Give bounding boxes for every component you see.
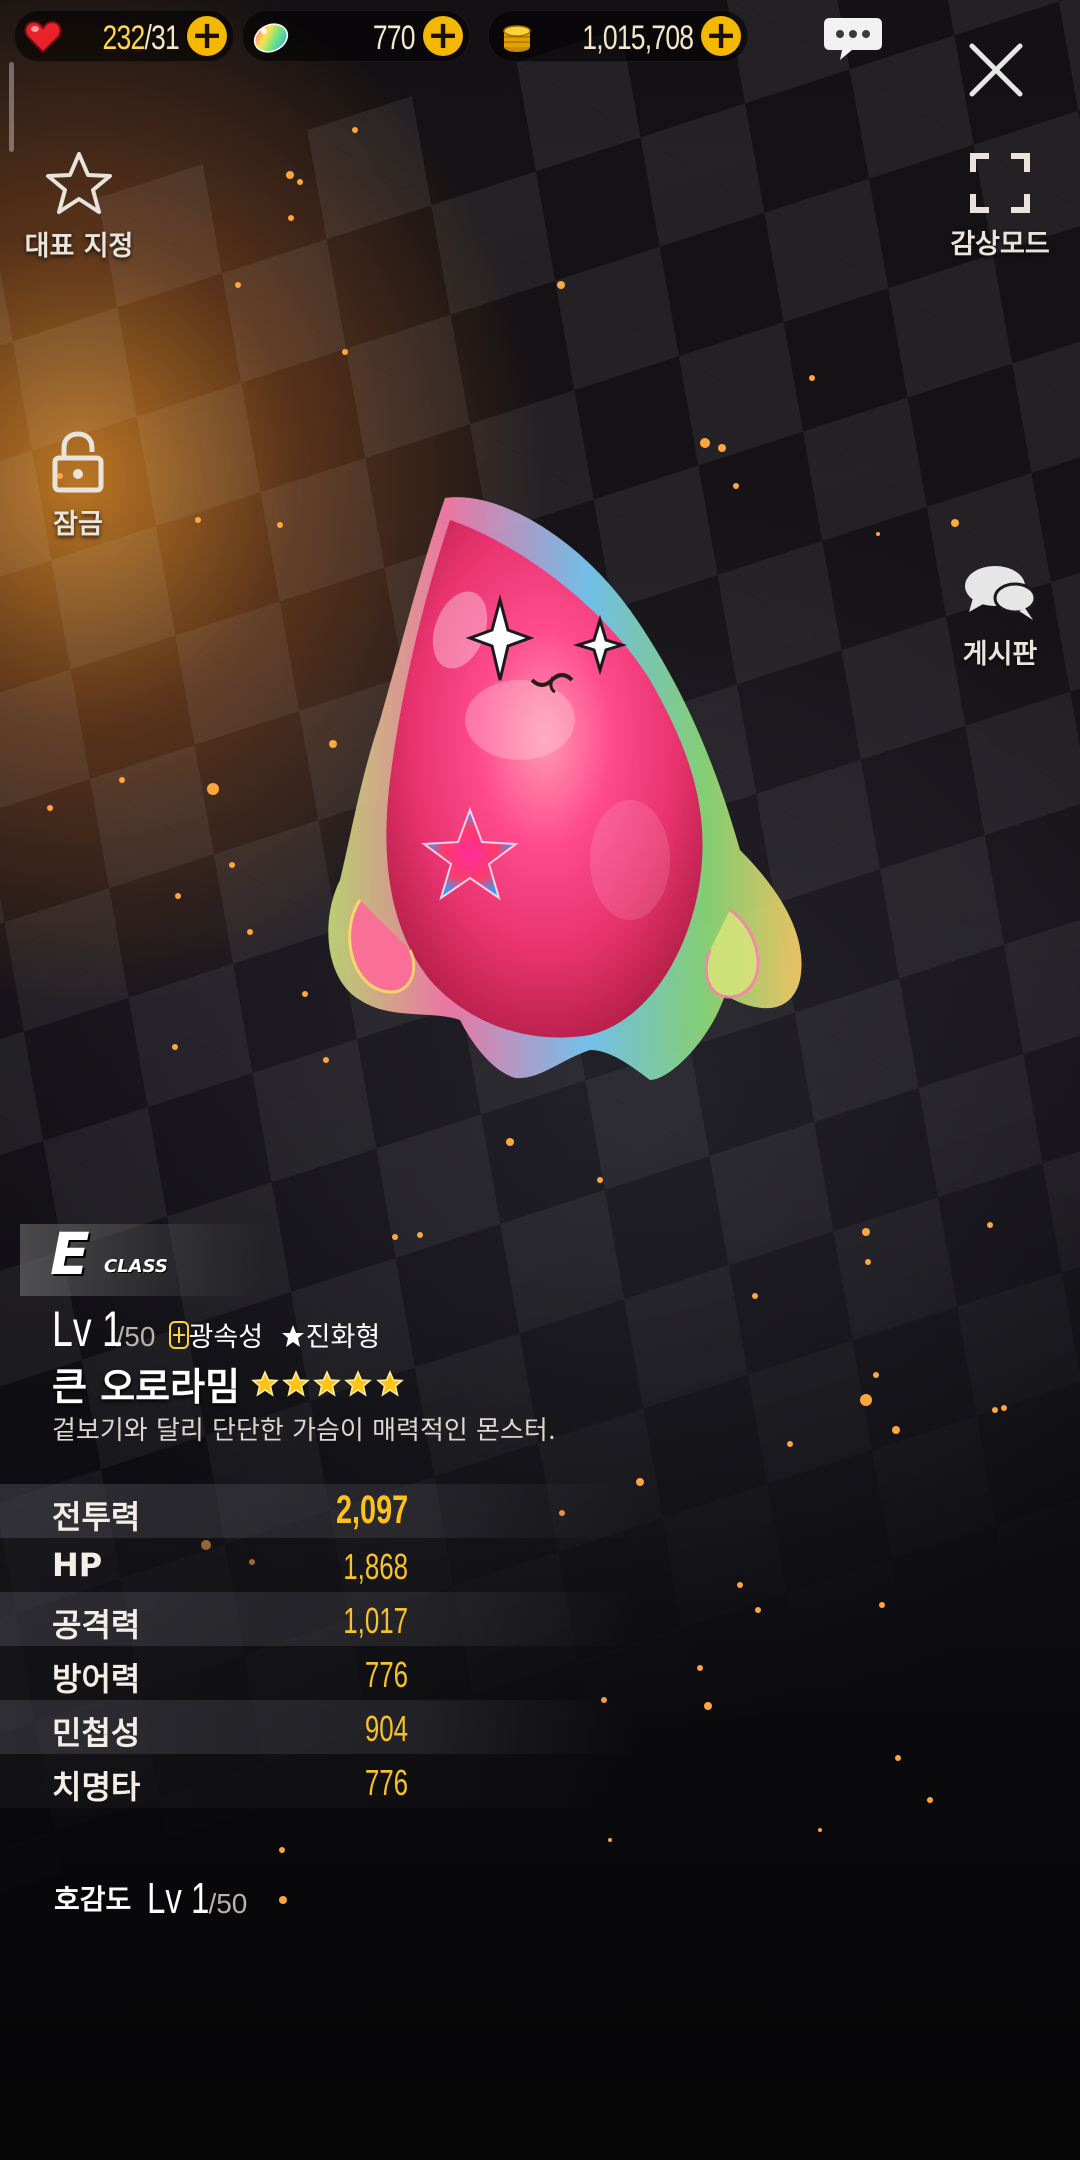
stat-row-attack: 공격력 1,017 (0, 1592, 640, 1646)
gold-coins-icon (503, 25, 531, 52)
board-label: 게시판 (962, 639, 1038, 670)
star-icon (282, 1370, 311, 1397)
stat-row-agility: 민첩성 904 (0, 1700, 640, 1754)
level-row: Lv 1/50 광속성 진화형 (52, 1300, 381, 1357)
type-label: 진화형 (305, 1322, 381, 1353)
monster-level: Lv 1 (52, 1301, 123, 1357)
affinity-label: 호감도 (54, 1883, 132, 1916)
stat-label: 민첩성 (52, 1714, 141, 1752)
stat-label: HP (52, 1546, 103, 1584)
light-attribute-icon (168, 1321, 189, 1349)
board-button[interactable]: 게시판 (940, 562, 1060, 671)
stat-label: 공격력 (52, 1606, 141, 1644)
lock-icon (52, 431, 104, 493)
class-word: CLASS (104, 1256, 168, 1277)
view-mode-button[interactable]: 감상모드 (940, 152, 1060, 261)
star-icon (251, 1370, 280, 1397)
rainbow-gem-icon (253, 23, 289, 53)
set-representative-label: 대표 지정 (24, 231, 134, 262)
star-icon (375, 1370, 404, 1397)
stats-table: 전투력 2,097 HP 1,868 공격력 1,017 방어력 776 민첩성… (0, 1484, 640, 1808)
lives-counter: 232/31 + (14, 10, 234, 62)
stat-label: 치명타 (52, 1768, 141, 1806)
add-gems-button[interactable]: + (423, 16, 463, 56)
affinity-row: 호감도 Lv 1/50 (54, 1874, 247, 1924)
lives-current: 232 (102, 19, 146, 57)
set-representative-button[interactable]: 대표 지정 (14, 150, 144, 263)
speech-bubbles-icon (965, 566, 1037, 620)
affinity-level: Lv 1 (147, 1874, 210, 1923)
view-mode-label: 감상모드 (950, 229, 1050, 260)
star-icon (344, 1370, 373, 1397)
stat-value: 776 (364, 1654, 408, 1695)
star-icon (313, 1370, 342, 1397)
star-outline-icon (46, 152, 112, 214)
stat-value: 776 (364, 1762, 408, 1803)
fullscreen-icon (970, 153, 1030, 213)
lock-button[interactable]: 잠금 (28, 430, 128, 541)
monster-illustration (328, 497, 802, 1080)
add-lives-button[interactable]: + (187, 16, 227, 56)
scroll-indicator (9, 62, 14, 152)
affinity-level-max: /50 (208, 1888, 248, 1919)
stat-value: 1,017 (343, 1600, 408, 1641)
attribute-tag: 광속성 (168, 1321, 272, 1353)
gems-value: 770 (373, 19, 416, 57)
lives-max: /31 (144, 19, 179, 57)
class-badge: E CLASS (20, 1220, 270, 1296)
gold-value: 1,015,708 (582, 19, 694, 57)
stat-value: 904 (364, 1708, 408, 1749)
stat-label: 전투력 (52, 1498, 141, 1536)
evolution-star-icon (281, 1325, 304, 1347)
monster-description: 겉보기와 달리 단단한 가슴이 매력적인 몬스터. (52, 1416, 557, 1446)
lock-label: 잠금 (53, 509, 103, 540)
chat-icon[interactable] (822, 16, 884, 62)
heart-icon (24, 20, 62, 54)
stat-row-power: 전투력 2,097 (0, 1484, 640, 1538)
stat-value: 2,097 (335, 1488, 408, 1532)
attribute-label: 광속성 (188, 1322, 264, 1353)
stat-label: 방어력 (52, 1660, 141, 1698)
gold-counter: 1,015,708 + (488, 10, 748, 62)
monster-name: 큰 오로라밈 (52, 1365, 241, 1409)
type-tag: 진화형 (280, 1322, 381, 1353)
class-letter: E (50, 1220, 90, 1288)
gems-counter: 770 + (242, 10, 470, 62)
rarity-stars (251, 1370, 404, 1402)
monster-name-row: 큰 오로라밈 (52, 1356, 404, 1411)
stat-row-hp: HP 1,868 (0, 1538, 640, 1592)
close-icon[interactable] (966, 40, 1026, 100)
stat-row-critical: 치명타 776 (0, 1754, 640, 1808)
stat-value: 1,868 (343, 1546, 408, 1587)
monster-detail-screen: 232/31 + 770 + 1,015,708 + 대표 지정 감상모드 잠금… (0, 0, 1080, 2160)
add-gold-button[interactable]: + (701, 16, 741, 56)
stat-row-defense: 방어력 776 (0, 1646, 640, 1700)
